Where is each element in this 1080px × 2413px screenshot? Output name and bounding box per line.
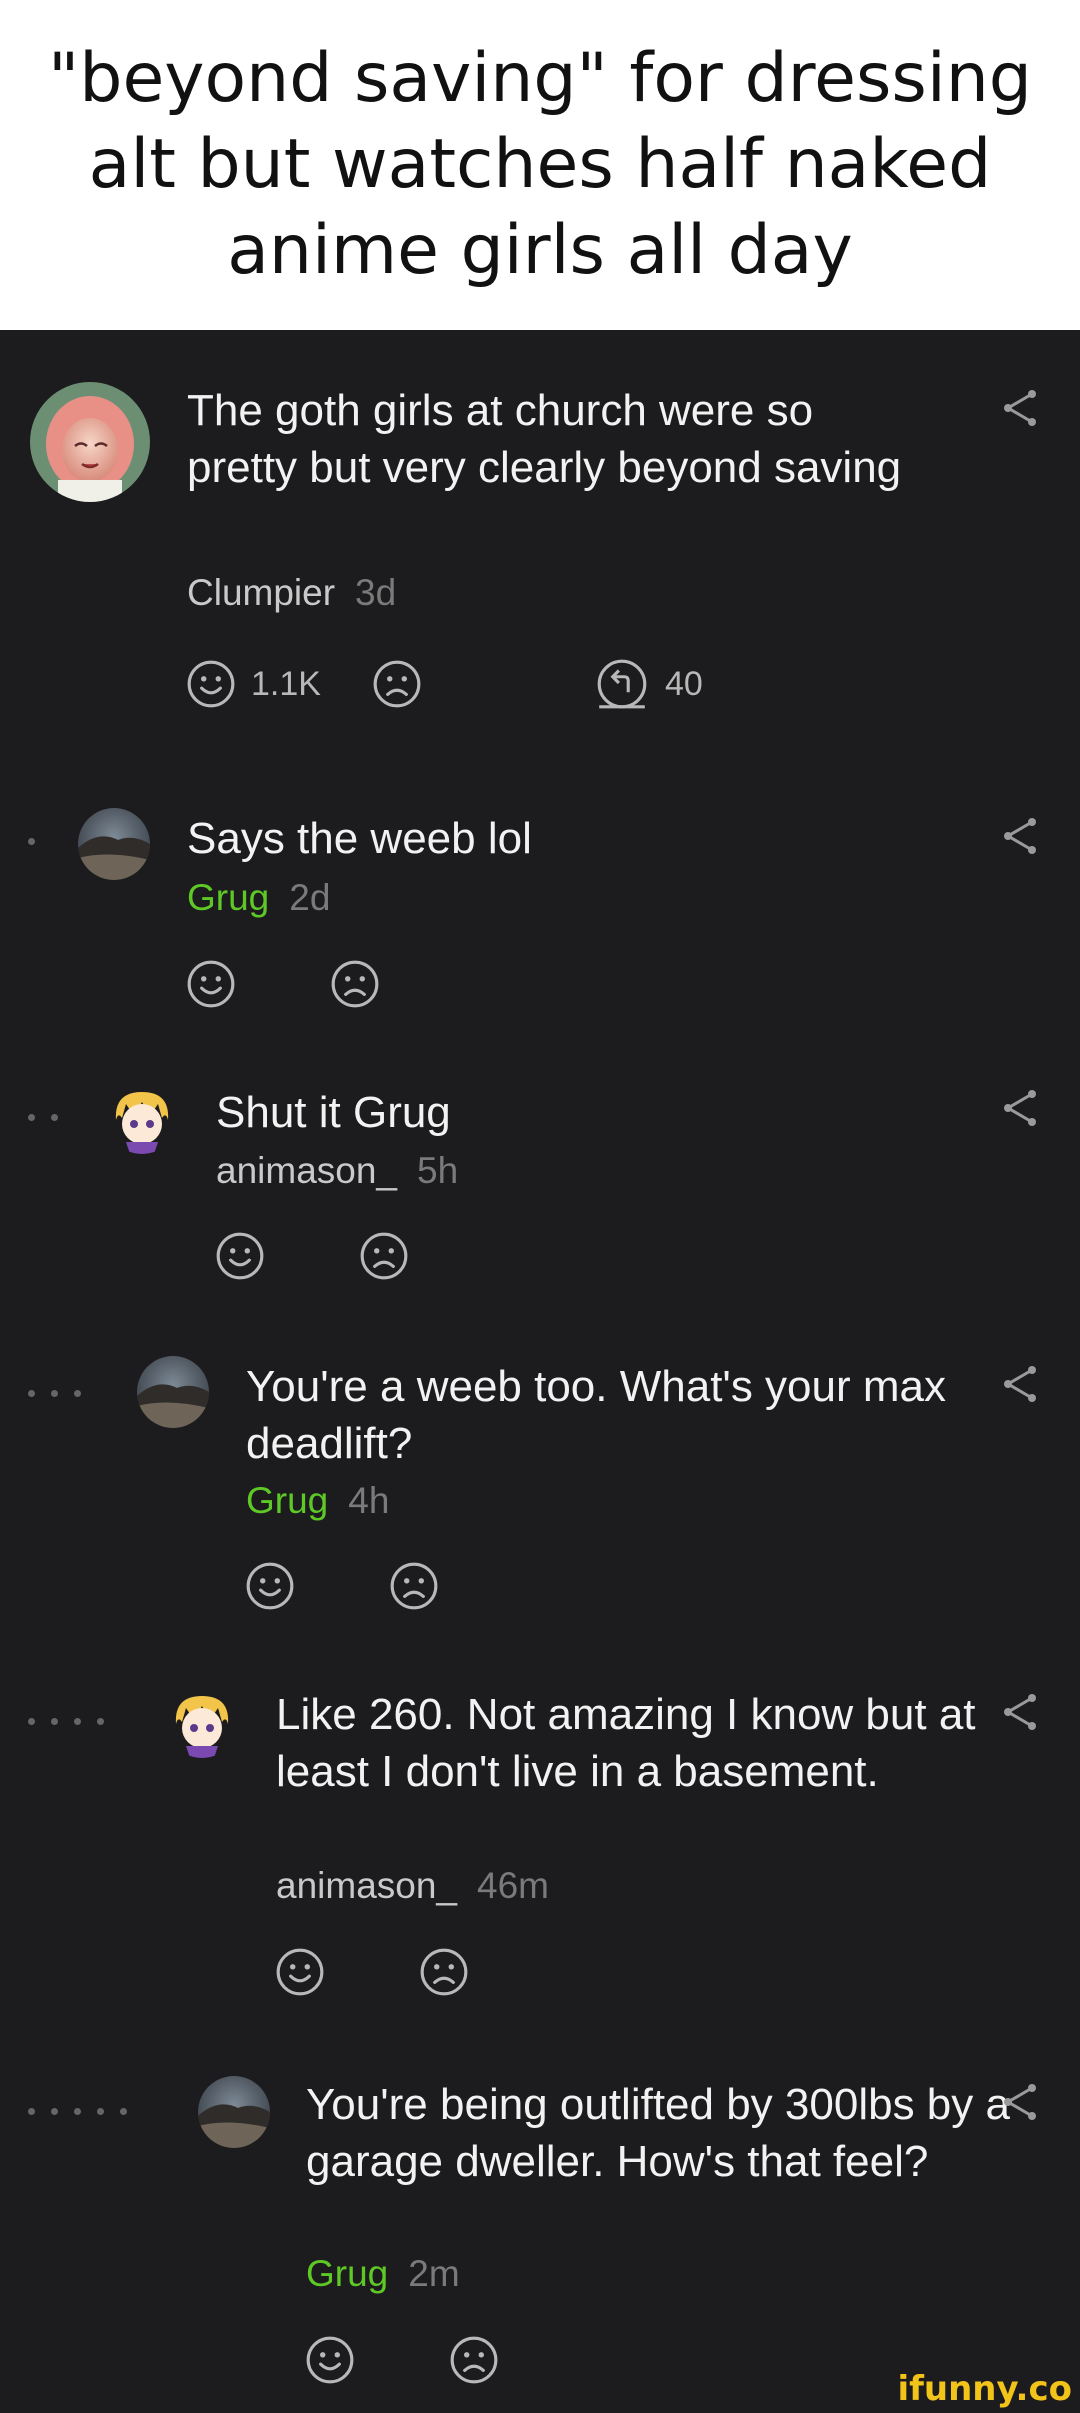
comment-text: Says the weeb lol [187, 814, 532, 863]
comment-author[interactable]: animason_ [276, 1865, 457, 1907]
comment-meta: Grug 4h [246, 1480, 389, 1522]
comment-actions [274, 1946, 470, 1998]
ifunny-watermark: ifunny.co [897, 2369, 1072, 2409]
dislike-button[interactable] [329, 958, 381, 1010]
comment-actions [304, 2334, 500, 2386]
meme-caption: "beyond saving" for dressing alt but wat… [48, 39, 1032, 290]
comment-text: You're being outlifted by 300lbs by a ga… [306, 2080, 1010, 2186]
share-icon[interactable] [1000, 1364, 1040, 1404]
dislike-button[interactable] [358, 1230, 410, 1282]
comment-author[interactable]: Grug [306, 2253, 388, 2295]
frown-icon [418, 1946, 470, 1998]
reply-count: 40 [664, 664, 703, 703]
comment-1: Says the weeb lol Grug 2d [0, 770, 1080, 1040]
comment-meta: animason_ 46m [276, 1865, 549, 1907]
comment-time: 2d [289, 877, 331, 918]
smile-icon [274, 1946, 326, 1998]
smile-icon [185, 958, 237, 1010]
reply-icon [593, 658, 651, 710]
thread-depth-dots [28, 1718, 104, 1725]
frown-icon [358, 1230, 410, 1282]
avatar-grug[interactable] [137, 1356, 209, 1428]
smile-icon [214, 1230, 266, 1282]
comment-text: You're a weeb too. What's your max deadl… [246, 1362, 946, 1468]
frown-icon [448, 2334, 500, 2386]
comment-2: Shut it Grug animason_ 5h [0, 1040, 1080, 1320]
avatar-animason[interactable] [166, 1686, 238, 1758]
comment-author[interactable]: Clumpier [187, 572, 335, 614]
like-button[interactable] [185, 958, 237, 1010]
comment-time: 2m [408, 2253, 460, 2294]
comment-3: You're a weeb too. What's your max deadl… [0, 1320, 1080, 1650]
avatar-grug[interactable] [78, 808, 150, 880]
comment-text: Like 260. Not amazing I know but at leas… [276, 1690, 976, 1796]
share-icon[interactable] [1000, 1692, 1040, 1732]
comment-actions [185, 958, 381, 1010]
like-button[interactable] [244, 1560, 296, 1612]
comment-author[interactable]: Grug [187, 877, 269, 919]
reply-button[interactable]: 40 [593, 658, 703, 710]
avatar-grug[interactable] [198, 2076, 270, 2148]
thread-depth-dots [28, 1390, 81, 1397]
dislike-button[interactable] [371, 658, 423, 710]
like-button[interactable] [214, 1230, 266, 1282]
comment-time: 46m [477, 1865, 549, 1906]
comment-author[interactable]: Grug [246, 1480, 328, 1522]
avatar-animason[interactable] [106, 1082, 178, 1154]
comment-4: Like 260. Not amazing I know but at leas… [0, 1650, 1080, 2040]
comment-time: 4h [348, 1480, 390, 1521]
smile-icon [185, 658, 237, 710]
comment-0: The goth girls at church were so pretty … [0, 330, 1080, 770]
share-icon[interactable] [1000, 1088, 1040, 1128]
like-button[interactable] [274, 1946, 326, 1998]
comment-time: 3d [355, 572, 397, 613]
thread-depth-dots [28, 2108, 127, 2115]
like-button[interactable] [304, 2334, 356, 2386]
dislike-button[interactable] [448, 2334, 500, 2386]
comment-time: 5h [417, 1150, 459, 1191]
frown-icon [329, 958, 381, 1010]
meme-caption-header: "beyond saving" for dressing alt but wat… [0, 0, 1080, 330]
comment-text: The goth girls at church were so pretty … [187, 386, 902, 492]
share-icon[interactable] [1000, 388, 1040, 428]
comment-text: Shut it Grug [216, 1088, 451, 1137]
smile-icon [244, 1560, 296, 1612]
like-button[interactable]: 1.1K [185, 658, 321, 710]
comment-5: You're being outlifted by 300lbs by a ga… [0, 2040, 1080, 2413]
dislike-button[interactable] [418, 1946, 470, 1998]
thread-depth-dots [28, 1114, 58, 1121]
comment-meta: animason_ 5h [216, 1150, 458, 1192]
comment-author[interactable]: animason_ [216, 1150, 397, 1192]
avatar-clumpier[interactable] [30, 382, 150, 502]
thread-depth-dots [28, 838, 35, 845]
comment-actions [244, 1560, 440, 1612]
share-icon[interactable] [1000, 816, 1040, 856]
like-count: 1.1K [251, 664, 321, 703]
comment-meta: Clumpier 3d [187, 572, 396, 614]
frown-icon [388, 1560, 440, 1612]
smile-icon [304, 2334, 356, 2386]
share-icon[interactable] [1000, 2082, 1040, 2122]
comment-actions [214, 1230, 410, 1282]
comment-meta: Grug 2m [306, 2253, 460, 2295]
comment-meta: Grug 2d [187, 877, 330, 919]
dislike-button[interactable] [388, 1560, 440, 1612]
frown-icon [371, 658, 423, 710]
comment-actions: 1.1K 40 [185, 658, 703, 710]
